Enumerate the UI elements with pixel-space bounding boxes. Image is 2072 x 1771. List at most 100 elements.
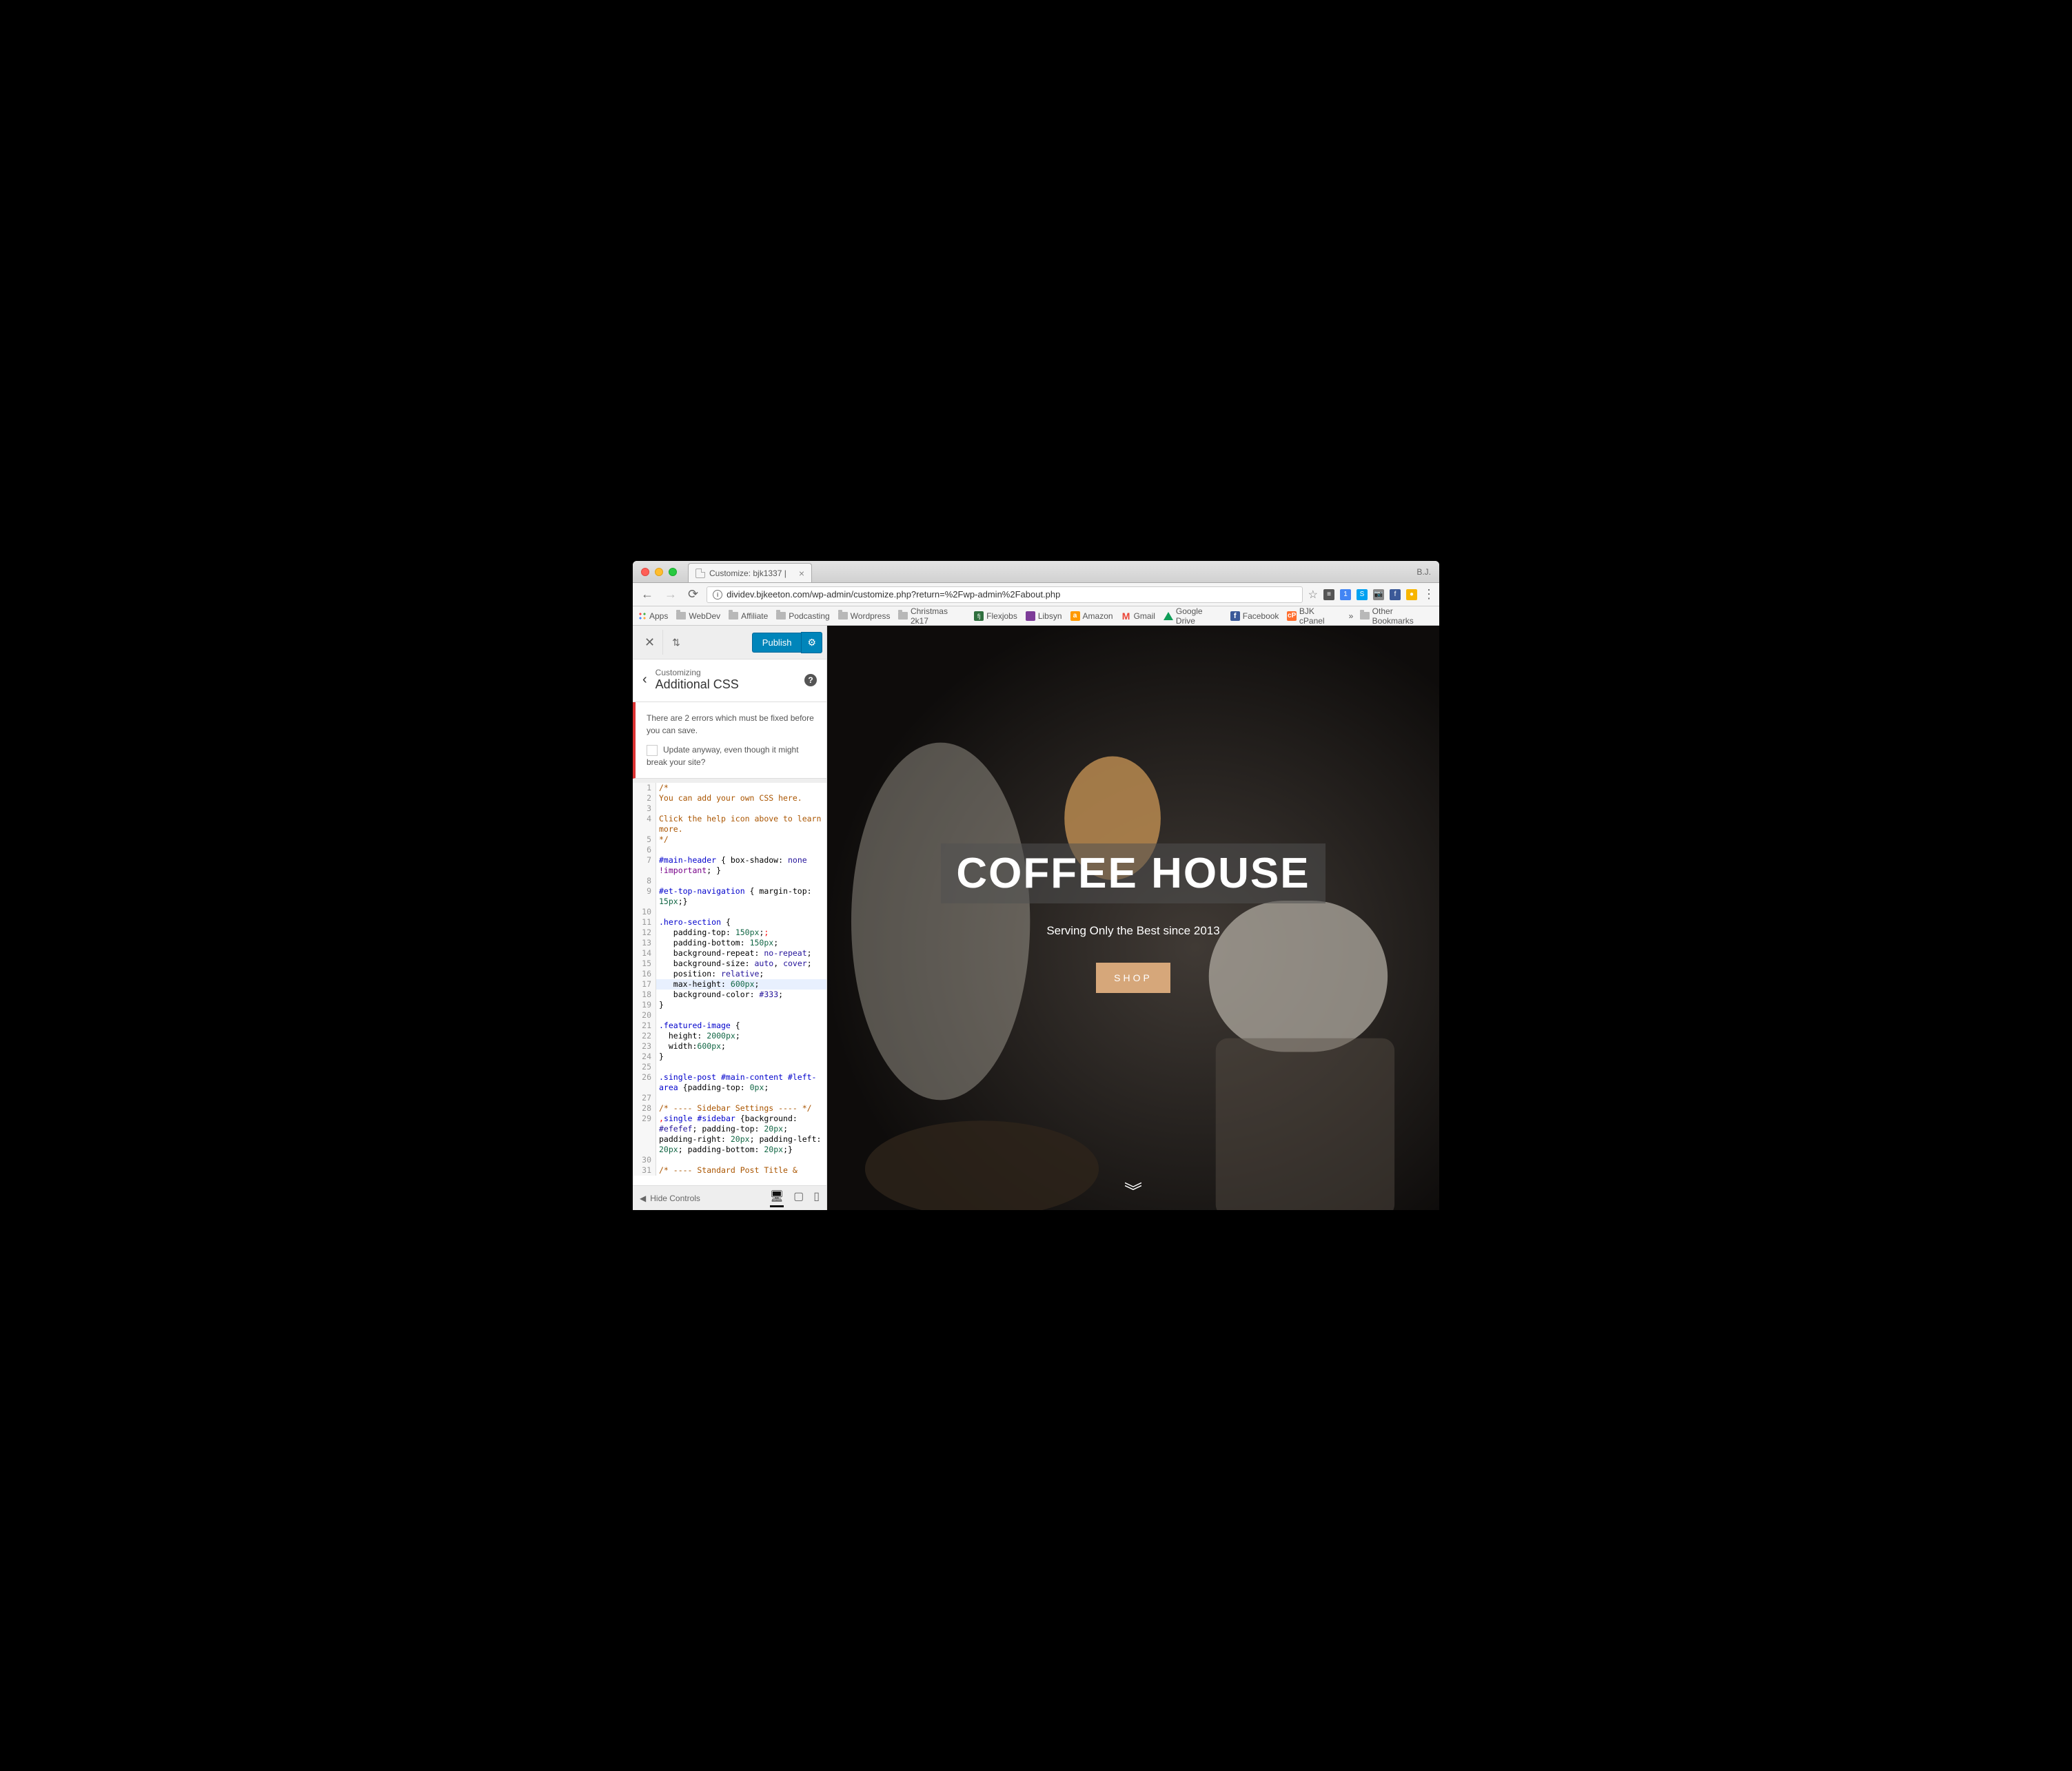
code-line[interactable]: 23 width:600px; [633,1041,826,1052]
scroll-down-icon[interactable]: ︾ [1124,1187,1142,1196]
code-content[interactable] [656,1155,826,1165]
desktop-preview-button[interactable]: 🖥 [770,1189,784,1207]
code-content[interactable] [656,876,826,886]
code-content[interactable]: ,single #sidebar {background: #efefef; p… [656,1114,826,1155]
code-line[interactable]: 25 [633,1062,826,1072]
code-content[interactable]: } [656,1052,826,1062]
code-content[interactable]: padding-bottom: 150px; [656,938,826,948]
code-content[interactable]: /* [656,783,826,793]
code-line[interactable]: 15 background-size: auto, cover; [633,959,826,969]
code-line[interactable]: 19} [633,1000,826,1010]
forward-button[interactable]: → [662,587,680,602]
code-line[interactable]: 14 background-repeat: no-repeat; [633,948,826,959]
code-line[interactable]: 21.featured-image { [633,1021,826,1031]
code-content[interactable]: background-color: #333; [656,990,826,1000]
bookmark-folder[interactable]: Affiliate [729,611,768,621]
extension-icon[interactable]: 1 [1340,589,1351,600]
code-content[interactable]: .hero-section { [656,917,826,928]
bookmark-folder[interactable]: Podcasting [776,611,829,621]
extension-icon[interactable]: S [1357,589,1368,600]
code-content[interactable]: padding-top: 150px;; [656,928,826,938]
code-line[interactable]: 8 [633,876,826,886]
code-line[interactable]: 20 [633,1010,826,1021]
help-icon[interactable]: ? [804,674,817,686]
code-line[interactable]: 22 height: 2000px; [633,1031,826,1041]
code-content[interactable]: .featured-image { [656,1021,826,1031]
code-line[interactable]: 16 position: relative; [633,969,826,979]
code-line[interactable]: 5*/ [633,835,826,845]
code-content[interactable] [656,907,826,917]
css-code-editor[interactable]: 1/*2You can add your own CSS here.3 4Cli… [633,779,826,1185]
publish-button[interactable]: Publish [752,633,802,653]
tablet-preview-button[interactable]: ▢ [793,1189,804,1207]
code-content[interactable]: .single-post #main-content #left-area {p… [656,1072,826,1093]
browser-menu-button[interactable]: ⋮ [1423,587,1434,602]
code-line[interactable]: 27 [633,1093,826,1103]
code-line[interactable]: 9#et-top-navigation { margin-top: 15px;} [633,886,826,907]
code-content[interactable]: position: relative; [656,969,826,979]
code-line[interactable]: 7#main-header { box-shadow: none !import… [633,855,826,876]
reload-button[interactable]: ⟳ [685,587,701,602]
window-maximize-button[interactable] [669,568,677,576]
bookmark-item[interactable]: fjFlexjobs [974,611,1017,621]
bookmark-item[interactable]: MGmail [1121,611,1155,621]
code-line[interactable]: 30 [633,1155,826,1165]
tab-close-icon[interactable]: × [799,568,804,579]
code-content[interactable] [656,845,826,855]
extension-icon[interactable]: f [1390,589,1401,600]
code-content[interactable]: height: 2000px; [656,1031,826,1041]
code-content[interactable]: /* ---- Sidebar Settings ---- */ [656,1103,826,1114]
extension-icon[interactable]: 📷 [1373,589,1384,600]
code-line[interactable]: 13 padding-bottom: 150px; [633,938,826,948]
code-line[interactable]: 1/* [633,783,826,793]
bookmarks-overflow[interactable]: » [1349,611,1354,621]
code-line[interactable]: 2You can add your own CSS here. [633,793,826,803]
code-content[interactable]: max-height: 600px; [656,979,826,990]
code-line[interactable]: 17 max-height: 600px; [633,979,826,990]
code-content[interactable]: } [656,1000,826,1010]
mobile-preview-button[interactable]: ▯ [813,1189,820,1207]
code-line[interactable]: 26.single-post #main-content #left-area … [633,1072,826,1093]
code-line[interactable]: 28/* ---- Sidebar Settings ---- */ [633,1103,826,1114]
code-content[interactable] [656,803,826,814]
url-field[interactable]: i dividev.bjkeeton.com/wp-admin/customiz… [707,586,1303,603]
code-content[interactable] [656,1093,826,1103]
bookmark-star-icon[interactable]: ☆ [1308,588,1318,602]
code-content[interactable]: */ [656,835,826,845]
back-icon[interactable]: ‹ [642,672,647,688]
code-line[interactable]: 10 [633,907,826,917]
browser-tab[interactable]: Customize: bjk1337 | × [688,563,812,582]
apps-button[interactable]: Apps [638,611,668,621]
profile-label[interactable]: B.J. [1416,567,1431,577]
code-line[interactable]: 12 padding-top: 150px;; [633,928,826,938]
window-close-button[interactable] [641,568,649,576]
extension-icon[interactable]: ● [1406,589,1417,600]
code-line[interactable]: 18 background-color: #333; [633,990,826,1000]
bookmark-item[interactable]: Libsyn [1026,611,1062,621]
bookmark-item[interactable]: cPBJK cPanel [1287,606,1340,626]
code-content[interactable]: /* ---- Standard Post Title & [656,1165,826,1176]
bookmark-item[interactable]: fFacebook [1230,611,1279,621]
code-line[interactable]: 6 [633,845,826,855]
update-anyway-checkbox[interactable] [647,745,658,756]
bookmark-item[interactable]: Google Drive [1164,606,1222,626]
publish-settings-button[interactable]: ⚙ [801,632,822,653]
code-line[interactable]: 29,single #sidebar {background: #efefef;… [633,1114,826,1155]
code-content[interactable]: #main-header { box-shadow: none !importa… [656,855,826,876]
close-customizer-button[interactable]: ✕ [637,630,663,655]
code-content[interactable]: background-repeat: no-repeat; [656,948,826,959]
code-content[interactable]: Click the help icon above to learn more. [656,814,826,835]
code-line[interactable]: 24} [633,1052,826,1062]
site-preview[interactable]: COFFEE HOUSE Serving Only the Best since… [827,626,1439,1210]
extension-icon[interactable]: ≡ [1323,589,1334,600]
bookmark-folder[interactable]: WebDev [676,611,720,621]
window-minimize-button[interactable] [655,568,663,576]
code-line[interactable]: 3 [633,803,826,814]
code-line[interactable]: 11.hero-section { [633,917,826,928]
back-button[interactable]: ← [638,587,656,602]
code-content[interactable]: background-size: auto, cover; [656,959,826,969]
code-line[interactable]: 4Click the help icon above to learn more… [633,814,826,835]
bookmark-folder[interactable]: Wordpress [838,611,891,621]
undo-redo-button[interactable]: ⇅ [663,630,689,655]
code-content[interactable]: #et-top-navigation { margin-top: 15px;} [656,886,826,907]
